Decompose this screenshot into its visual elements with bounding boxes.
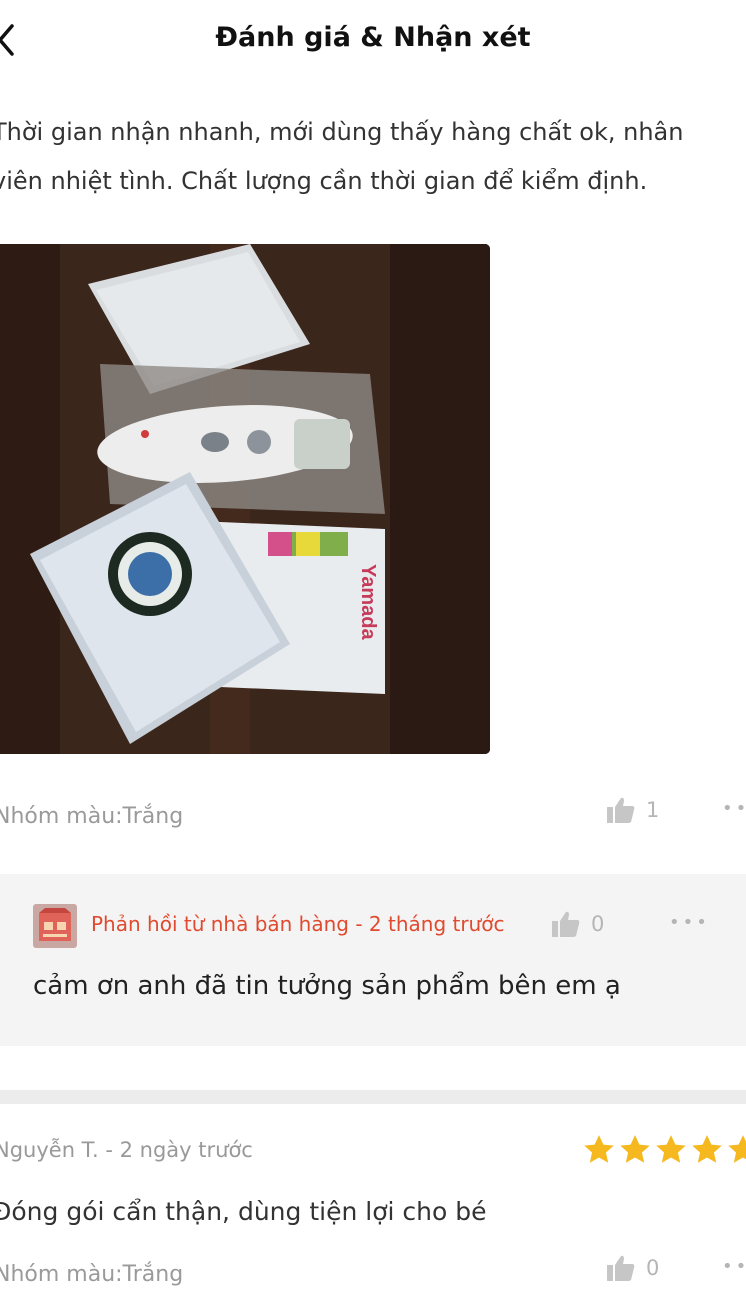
brand-logo: Yamada	[357, 564, 379, 640]
star-icon	[584, 1135, 614, 1163]
review-text: Đóng gói cẩn thận, dùng tiện lợi cho bé	[0, 1197, 487, 1226]
reply-header: Phản hồi từ nhà bán hàng - 2 tháng trước	[91, 912, 505, 936]
star-rating	[582, 1133, 746, 1167]
like-count: 0	[591, 912, 605, 936]
review-text: Thời gian nhận nhanh, mới dùng thấy hàng…	[0, 108, 746, 206]
like-button[interactable]: 0	[606, 1254, 659, 1282]
reviewer-info: Nguyễn T. - 2 ngày trước	[0, 1138, 253, 1162]
thumbs-up-icon	[607, 1255, 635, 1281]
more-options-button[interactable]: ••	[722, 798, 746, 819]
product-photo-illustration: Yamada	[0, 244, 490, 754]
shop-icon	[33, 904, 77, 948]
star-icon	[728, 1135, 746, 1163]
top-bar: Đánh giá & Nhận xét	[0, 0, 746, 82]
section-divider	[0, 1090, 746, 1104]
seller-reply	[0, 874, 746, 1046]
review-text-line: Thời gian nhận nhanh, mới dùng thấy hàng…	[0, 118, 684, 146]
thumbs-up-icon	[607, 797, 635, 823]
like-count: 1	[646, 798, 660, 822]
star-icon	[692, 1135, 722, 1163]
review-photo[interactable]: Yamada	[0, 244, 490, 754]
star-icon	[656, 1135, 686, 1163]
variant-label: Nhóm màu:Trắng	[0, 804, 184, 829]
reply-more-options-button[interactable]: •••	[669, 912, 710, 933]
variant-label: Nhóm màu:Trắng	[0, 1262, 184, 1287]
more-options-button[interactable]: ••	[722, 1256, 746, 1277]
star-icon	[620, 1135, 650, 1163]
reply-text: cảm ơn anh đã tin tưởng sản phẩm bên em …	[33, 971, 621, 1001]
review-text-line: viên nhiệt tình. Chất lượng cần thời gia…	[0, 167, 648, 195]
thumbs-up-icon	[552, 911, 580, 937]
reply-like-button[interactable]: 0	[551, 910, 604, 938]
like-count: 0	[646, 1256, 660, 1280]
like-button[interactable]: 1	[606, 796, 659, 824]
page-title: Đánh giá & Nhận xét	[215, 22, 531, 53]
